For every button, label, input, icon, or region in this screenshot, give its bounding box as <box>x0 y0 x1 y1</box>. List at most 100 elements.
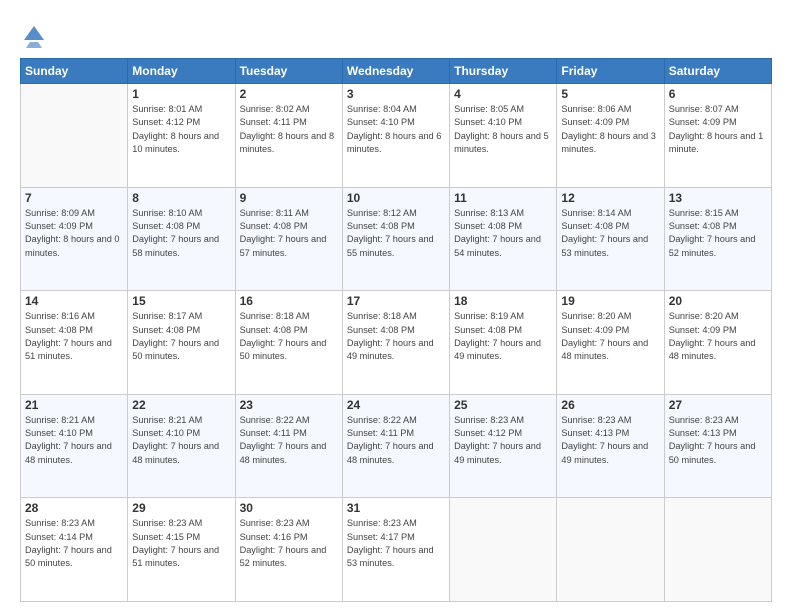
day-number: 4 <box>454 87 552 101</box>
logo-icon <box>20 20 48 48</box>
day-info: Sunrise: 8:12 AMSunset: 4:08 PMDaylight:… <box>347 208 434 258</box>
day-number: 11 <box>454 191 552 205</box>
day-number: 9 <box>240 191 338 205</box>
calendar-cell: 21 Sunrise: 8:21 AMSunset: 4:10 PMDaylig… <box>21 394 128 498</box>
day-number: 30 <box>240 501 338 515</box>
day-info: Sunrise: 8:23 AMSunset: 4:12 PMDaylight:… <box>454 415 541 465</box>
calendar-cell: 28 Sunrise: 8:23 AMSunset: 4:14 PMDaylig… <box>21 498 128 602</box>
day-number: 23 <box>240 398 338 412</box>
day-info: Sunrise: 8:15 AMSunset: 4:08 PMDaylight:… <box>669 208 756 258</box>
day-number: 10 <box>347 191 445 205</box>
day-info: Sunrise: 8:05 AMSunset: 4:10 PMDaylight:… <box>454 104 549 154</box>
calendar-cell: 19 Sunrise: 8:20 AMSunset: 4:09 PMDaylig… <box>557 291 664 395</box>
day-info: Sunrise: 8:16 AMSunset: 4:08 PMDaylight:… <box>25 311 112 361</box>
calendar-cell: 31 Sunrise: 8:23 AMSunset: 4:17 PMDaylig… <box>342 498 449 602</box>
calendar-day-header: Friday <box>557 59 664 84</box>
day-number: 24 <box>347 398 445 412</box>
day-info: Sunrise: 8:14 AMSunset: 4:08 PMDaylight:… <box>561 208 648 258</box>
day-info: Sunrise: 8:23 AMSunset: 4:15 PMDaylight:… <box>132 518 219 568</box>
calendar-cell: 15 Sunrise: 8:17 AMSunset: 4:08 PMDaylig… <box>128 291 235 395</box>
day-number: 25 <box>454 398 552 412</box>
day-info: Sunrise: 8:07 AMSunset: 4:09 PMDaylight:… <box>669 104 764 154</box>
calendar-week-row: 21 Sunrise: 8:21 AMSunset: 4:10 PMDaylig… <box>21 394 772 498</box>
calendar-cell <box>450 498 557 602</box>
day-info: Sunrise: 8:10 AMSunset: 4:08 PMDaylight:… <box>132 208 219 258</box>
day-info: Sunrise: 8:22 AMSunset: 4:11 PMDaylight:… <box>240 415 327 465</box>
day-info: Sunrise: 8:23 AMSunset: 4:13 PMDaylight:… <box>561 415 648 465</box>
calendar-cell: 23 Sunrise: 8:22 AMSunset: 4:11 PMDaylig… <box>235 394 342 498</box>
day-info: Sunrise: 8:19 AMSunset: 4:08 PMDaylight:… <box>454 311 541 361</box>
main-container: SundayMondayTuesdayWednesdayThursdayFrid… <box>0 0 792 612</box>
calendar-cell: 13 Sunrise: 8:15 AMSunset: 4:08 PMDaylig… <box>664 187 771 291</box>
day-info: Sunrise: 8:23 AMSunset: 4:16 PMDaylight:… <box>240 518 327 568</box>
calendar-cell: 22 Sunrise: 8:21 AMSunset: 4:10 PMDaylig… <box>128 394 235 498</box>
calendar-cell <box>664 498 771 602</box>
day-info: Sunrise: 8:21 AMSunset: 4:10 PMDaylight:… <box>132 415 219 465</box>
day-info: Sunrise: 8:23 AMSunset: 4:17 PMDaylight:… <box>347 518 434 568</box>
calendar-cell: 18 Sunrise: 8:19 AMSunset: 4:08 PMDaylig… <box>450 291 557 395</box>
calendar-cell: 3 Sunrise: 8:04 AMSunset: 4:10 PMDayligh… <box>342 84 449 188</box>
day-number: 6 <box>669 87 767 101</box>
day-info: Sunrise: 8:18 AMSunset: 4:08 PMDaylight:… <box>347 311 434 361</box>
calendar-cell: 2 Sunrise: 8:02 AMSunset: 4:11 PMDayligh… <box>235 84 342 188</box>
day-number: 7 <box>25 191 123 205</box>
day-info: Sunrise: 8:21 AMSunset: 4:10 PMDaylight:… <box>25 415 112 465</box>
day-info: Sunrise: 8:17 AMSunset: 4:08 PMDaylight:… <box>132 311 219 361</box>
day-number: 20 <box>669 294 767 308</box>
day-info: Sunrise: 8:01 AMSunset: 4:12 PMDaylight:… <box>132 104 219 154</box>
logo <box>20 16 52 48</box>
day-info: Sunrise: 8:02 AMSunset: 4:11 PMDaylight:… <box>240 104 335 154</box>
calendar-cell: 7 Sunrise: 8:09 AMSunset: 4:09 PMDayligh… <box>21 187 128 291</box>
calendar-cell: 25 Sunrise: 8:23 AMSunset: 4:12 PMDaylig… <box>450 394 557 498</box>
day-number: 21 <box>25 398 123 412</box>
calendar-cell: 30 Sunrise: 8:23 AMSunset: 4:16 PMDaylig… <box>235 498 342 602</box>
calendar-week-row: 7 Sunrise: 8:09 AMSunset: 4:09 PMDayligh… <box>21 187 772 291</box>
calendar-cell <box>21 84 128 188</box>
calendar-cell: 17 Sunrise: 8:18 AMSunset: 4:08 PMDaylig… <box>342 291 449 395</box>
calendar-day-header: Saturday <box>664 59 771 84</box>
day-info: Sunrise: 8:09 AMSunset: 4:09 PMDaylight:… <box>25 208 120 258</box>
day-number: 27 <box>669 398 767 412</box>
day-number: 17 <box>347 294 445 308</box>
day-info: Sunrise: 8:22 AMSunset: 4:11 PMDaylight:… <box>347 415 434 465</box>
day-number: 1 <box>132 87 230 101</box>
calendar-cell: 16 Sunrise: 8:18 AMSunset: 4:08 PMDaylig… <box>235 291 342 395</box>
calendar-cell: 27 Sunrise: 8:23 AMSunset: 4:13 PMDaylig… <box>664 394 771 498</box>
calendar-cell: 8 Sunrise: 8:10 AMSunset: 4:08 PMDayligh… <box>128 187 235 291</box>
calendar-day-header: Sunday <box>21 59 128 84</box>
day-info: Sunrise: 8:06 AMSunset: 4:09 PMDaylight:… <box>561 104 656 154</box>
calendar-cell: 6 Sunrise: 8:07 AMSunset: 4:09 PMDayligh… <box>664 84 771 188</box>
calendar-cell: 5 Sunrise: 8:06 AMSunset: 4:09 PMDayligh… <box>557 84 664 188</box>
day-number: 19 <box>561 294 659 308</box>
calendar-cell <box>557 498 664 602</box>
day-number: 14 <box>25 294 123 308</box>
calendar-cell: 1 Sunrise: 8:01 AMSunset: 4:12 PMDayligh… <box>128 84 235 188</box>
day-number: 5 <box>561 87 659 101</box>
calendar-cell: 4 Sunrise: 8:05 AMSunset: 4:10 PMDayligh… <box>450 84 557 188</box>
calendar-cell: 10 Sunrise: 8:12 AMSunset: 4:08 PMDaylig… <box>342 187 449 291</box>
day-number: 29 <box>132 501 230 515</box>
day-info: Sunrise: 8:23 AMSunset: 4:14 PMDaylight:… <box>25 518 112 568</box>
day-number: 12 <box>561 191 659 205</box>
calendar-week-row: 1 Sunrise: 8:01 AMSunset: 4:12 PMDayligh… <box>21 84 772 188</box>
header <box>20 16 772 48</box>
calendar-table: SundayMondayTuesdayWednesdayThursdayFrid… <box>20 58 772 602</box>
calendar-cell: 9 Sunrise: 8:11 AMSunset: 4:08 PMDayligh… <box>235 187 342 291</box>
day-number: 18 <box>454 294 552 308</box>
day-number: 3 <box>347 87 445 101</box>
day-number: 13 <box>669 191 767 205</box>
calendar-cell: 11 Sunrise: 8:13 AMSunset: 4:08 PMDaylig… <box>450 187 557 291</box>
calendar-cell: 24 Sunrise: 8:22 AMSunset: 4:11 PMDaylig… <box>342 394 449 498</box>
day-number: 15 <box>132 294 230 308</box>
calendar-cell: 20 Sunrise: 8:20 AMSunset: 4:09 PMDaylig… <box>664 291 771 395</box>
calendar-day-header: Tuesday <box>235 59 342 84</box>
day-info: Sunrise: 8:04 AMSunset: 4:10 PMDaylight:… <box>347 104 442 154</box>
day-info: Sunrise: 8:20 AMSunset: 4:09 PMDaylight:… <box>669 311 756 361</box>
calendar-cell: 26 Sunrise: 8:23 AMSunset: 4:13 PMDaylig… <box>557 394 664 498</box>
calendar-cell: 29 Sunrise: 8:23 AMSunset: 4:15 PMDaylig… <box>128 498 235 602</box>
calendar-day-header: Monday <box>128 59 235 84</box>
day-number: 2 <box>240 87 338 101</box>
calendar-day-header: Thursday <box>450 59 557 84</box>
day-info: Sunrise: 8:13 AMSunset: 4:08 PMDaylight:… <box>454 208 541 258</box>
day-info: Sunrise: 8:20 AMSunset: 4:09 PMDaylight:… <box>561 311 648 361</box>
